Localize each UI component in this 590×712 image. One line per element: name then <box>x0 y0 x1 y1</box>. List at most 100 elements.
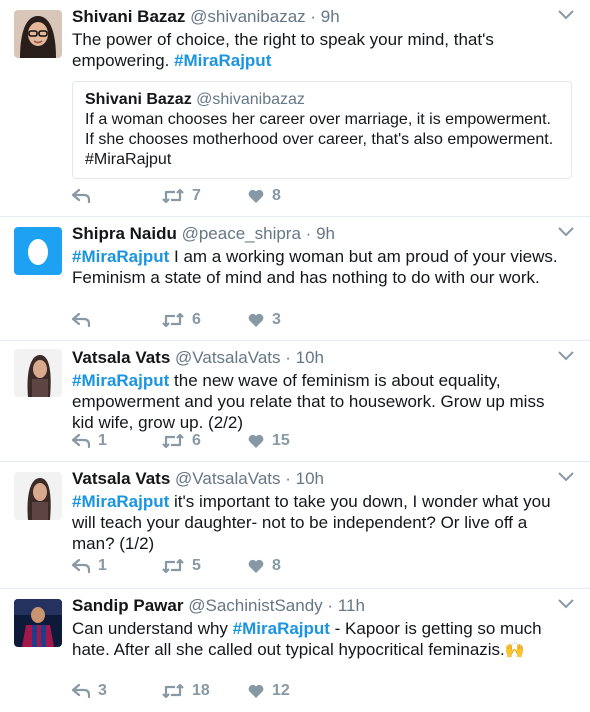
retweet-button[interactable]: 6 <box>162 432 248 450</box>
tweet-item[interactable]: Vatsala Vats @VatsalaVats · 10h #MiraRaj… <box>0 462 590 589</box>
hashtag-link[interactable]: #MiraRajput <box>72 492 169 511</box>
fullname[interactable]: Sandip Pawar <box>72 596 183 615</box>
quoted-username: @shivanibazaz <box>196 91 305 108</box>
quoted-text: If a woman chooses her career over marri… <box>85 111 554 168</box>
chevron-down-icon[interactable] <box>558 227 574 237</box>
retweet-count: 5 <box>192 557 201 574</box>
reply-icon <box>72 559 90 573</box>
reply-count: 1 <box>98 432 107 449</box>
chevron-down-icon[interactable] <box>558 472 574 482</box>
retweet-count: 6 <box>192 432 201 449</box>
reply-icon <box>72 434 90 448</box>
fullname[interactable]: Vatsala Vats <box>72 348 170 367</box>
username[interactable]: @VatsalaVats <box>175 348 280 367</box>
tweet-header: Vatsala Vats @VatsalaVats · 10h <box>72 468 570 490</box>
like-button[interactable]: 15 <box>248 432 290 450</box>
retweet-button[interactable]: 18 <box>162 682 248 700</box>
tweet-item[interactable]: Vatsala Vats @VatsalaVats · 10h #MiraRaj… <box>0 341 590 462</box>
fullname[interactable]: Shivani Bazaz <box>72 7 185 26</box>
hashtag-link[interactable]: #MiraRajput <box>72 371 169 390</box>
heart-icon <box>248 684 264 698</box>
reply-icon <box>72 189 90 203</box>
tweet-text-part: The power of choice, the right to speak … <box>72 30 494 70</box>
like-button[interactable]: 8 <box>248 557 281 575</box>
tweet-item[interactable]: Shivani Bazaz @shivanibazaz · 9h The pow… <box>0 0 590 217</box>
avatar[interactable] <box>14 349 62 397</box>
tweet-actions: 3 18 12 <box>72 682 290 700</box>
retweet-button[interactable]: 6 <box>162 311 248 329</box>
retweet-icon <box>162 434 184 448</box>
quoted-tweet[interactable]: Shivani Bazaz @shivanibazaz If a woman c… <box>72 81 572 179</box>
timestamp[interactable]: 9h <box>316 224 335 243</box>
retweet-icon <box>162 313 184 327</box>
heart-icon <box>248 559 264 573</box>
fullname[interactable]: Vatsala Vats <box>72 469 170 488</box>
retweet-icon <box>162 684 184 698</box>
raised-hands-emoji: 🙌 <box>504 642 525 659</box>
quoted-fullname: Shivani Bazaz <box>85 91 192 108</box>
hashtag-link[interactable]: #MiraRajput <box>233 619 330 638</box>
tweet-text: The power of choice, the right to speak … <box>72 29 570 71</box>
like-count: 8 <box>272 187 281 204</box>
retweet-button[interactable]: 5 <box>162 557 248 575</box>
tweet-header: Shivani Bazaz @shivanibazaz · 9h <box>72 6 570 28</box>
retweet-count: 7 <box>192 187 201 204</box>
retweet-icon <box>162 189 184 203</box>
chevron-down-icon[interactable] <box>558 599 574 609</box>
tweet-header: Vatsala Vats @VatsalaVats · 10h <box>72 347 570 369</box>
reply-button[interactable]: 1 <box>72 432 162 450</box>
like-button[interactable]: 3 <box>248 311 281 329</box>
fullname[interactable]: Shipra Naidu <box>72 224 177 243</box>
reply-button[interactable] <box>72 189 162 203</box>
tweet-text: #MiraRajput the new wave of feminism is … <box>72 370 570 433</box>
like-button[interactable]: 12 <box>248 682 290 700</box>
timestamp[interactable]: 9h <box>321 7 340 26</box>
tweet-actions: 1 6 15 <box>72 432 290 450</box>
avatar[interactable] <box>14 472 62 520</box>
like-count: 15 <box>272 432 290 449</box>
tweet-header: Sandip Pawar @SachinistSandy · 11h <box>72 595 570 617</box>
tweet-actions: 1 5 8 <box>72 557 281 575</box>
reply-count: 3 <box>98 682 107 699</box>
reply-button[interactable]: 1 <box>72 557 162 575</box>
avatar[interactable] <box>14 599 62 647</box>
like-button[interactable]: 8 <box>248 187 281 205</box>
tweet-text: #MiraRajput I am a working woman but am … <box>72 246 570 288</box>
separator: · <box>285 469 291 488</box>
username[interactable]: @shivanibazaz <box>190 7 306 26</box>
timestamp[interactable]: 10h <box>296 348 324 367</box>
like-count: 8 <box>272 557 281 574</box>
heart-icon <box>248 189 264 203</box>
separator: · <box>285 348 291 367</box>
heart-icon <box>248 313 264 327</box>
tweet-item[interactable]: Shipra Naidu @peace_shipra · 9h #MiraRaj… <box>0 217 590 341</box>
heart-icon <box>248 434 264 448</box>
username[interactable]: @peace_shipra <box>182 224 301 243</box>
chevron-down-icon[interactable] <box>558 10 574 20</box>
tweet-text: Can understand why #MiraRajput - Kapoor … <box>72 618 570 661</box>
reply-button[interactable] <box>72 313 162 327</box>
retweet-button[interactable]: 7 <box>162 187 248 205</box>
tweet-actions: 7 8 <box>72 187 281 205</box>
username[interactable]: @VatsalaVats <box>175 469 280 488</box>
separator: · <box>305 224 312 243</box>
timestamp[interactable]: 11h <box>338 596 365 615</box>
separator: · <box>327 596 334 615</box>
avatar[interactable] <box>14 10 62 58</box>
hashtag-link[interactable]: #MiraRajput <box>72 247 169 266</box>
retweet-count: 6 <box>192 311 201 328</box>
chevron-down-icon[interactable] <box>558 351 574 361</box>
reply-icon <box>72 313 90 327</box>
like-count: 12 <box>272 682 290 699</box>
default-egg-avatar[interactable] <box>14 227 62 275</box>
reply-button[interactable]: 3 <box>72 682 162 700</box>
retweet-count: 18 <box>192 682 210 699</box>
username[interactable]: @SachinistSandy <box>188 596 322 615</box>
separator: · <box>310 7 317 26</box>
tweet-item[interactable]: Sandip Pawar @SachinistSandy · 11h Can u… <box>0 589 590 712</box>
timestamp[interactable]: 10h <box>296 469 324 488</box>
tweet-text: #MiraRajput it's important to take you d… <box>72 491 570 554</box>
tweet-actions: 6 3 <box>72 311 281 329</box>
like-count: 3 <box>272 311 281 328</box>
hashtag-link[interactable]: #MiraRajput <box>174 51 271 70</box>
